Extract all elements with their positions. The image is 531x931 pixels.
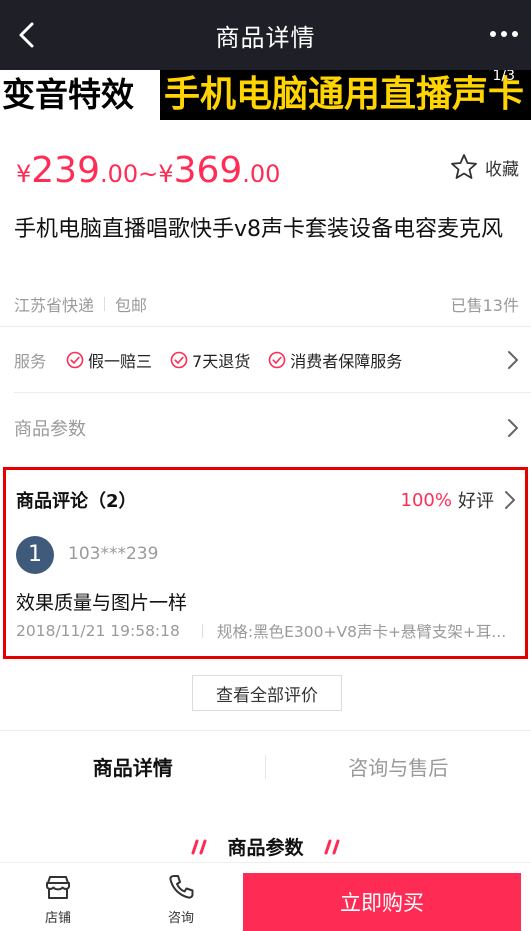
section-title: 商品参数 [227, 833, 303, 860]
price-range: ¥239.00~¥369.00 [16, 150, 280, 191]
slash-decoration-icon [185, 837, 211, 855]
banner-left-text: 变音特效 [0, 70, 160, 120]
shop-label: 店铺 [28, 907, 88, 926]
bottom-action-bar: 店铺 咨询 立即购买 [0, 862, 531, 930]
product-image-banner[interactable]: 变音特效 手机电脑通用直播声卡 1/3 [0, 70, 531, 120]
price-tilde: ~ [138, 160, 158, 188]
section-title-label: 商品参数 [227, 837, 303, 859]
price-low-symbol: ¥ [16, 160, 31, 188]
top-nav-bar: 商品详情 [0, 0, 531, 70]
price-high-symbol: ¥ [158, 160, 173, 188]
shop-button[interactable]: 店铺 [28, 873, 88, 929]
phone-icon [166, 873, 196, 901]
price-low-decimal: .00 [100, 160, 138, 188]
divider [0, 326, 531, 327]
reviews-header[interactable]: 商品评论（2） 100% 好评 [16, 486, 516, 514]
shipping-origin: 江苏省快递 [14, 292, 94, 316]
favorite-button[interactable]: 收藏 [449, 152, 519, 182]
divider [265, 755, 266, 779]
section-header: 商品参数 [0, 830, 531, 862]
review-spec: 规格:黑色E300+V8声卡+悬臂支架+耳... [217, 620, 506, 642]
positive-rate: 100% [401, 490, 452, 511]
price-low-integer: 239 [31, 150, 100, 191]
buy-now-button[interactable]: 立即购买 [243, 873, 521, 931]
reviews-section: 商品评论（2） 100% 好评 1 103***239 效果质量与图片一样 20… [3, 467, 528, 659]
favorite-label: 收藏 [485, 155, 519, 180]
more-options-icon[interactable] [487, 24, 521, 44]
star-icon [449, 152, 479, 182]
tab-product-details[interactable]: 商品详情 [0, 740, 266, 792]
divider [104, 297, 105, 311]
divider [0, 730, 531, 731]
service-tag-label: 7天退货 [192, 348, 250, 372]
reviews-title: 商品评论（2） [16, 487, 137, 513]
shop-icon [43, 873, 73, 901]
shipping-info: 江苏省快递 包邮 已售13件 [14, 292, 519, 316]
service-tag: 7天退货 [170, 348, 250, 372]
consult-label: 咨询 [151, 907, 211, 926]
service-tag: 消费者保障服务 [268, 348, 402, 372]
review-username: 103***239 [68, 544, 158, 564]
review-comment: 效果质量与图片一样 [16, 588, 187, 615]
divider [202, 624, 203, 638]
product-title: 手机电脑直播唱歌快手v8声卡套装设备电容麦克风 [14, 214, 519, 245]
slash-decoration-icon [320, 837, 346, 855]
banner-page-counter: 1/3 [492, 70, 515, 84]
params-label: 商品参数 [14, 415, 86, 441]
service-tag-label: 消费者保障服务 [290, 348, 402, 372]
positive-rate-label: 好评 [458, 487, 494, 513]
avatar: 1 [16, 536, 54, 574]
consult-button[interactable]: 咨询 [151, 873, 211, 929]
service-row[interactable]: 服务 假一赔三 7天退货 消费者保障服务 [14, 340, 519, 380]
chevron-right-icon [507, 418, 519, 438]
page-title: 商品详情 [216, 18, 316, 53]
service-label: 服务 [14, 348, 46, 372]
shipping-fee: 包邮 [115, 292, 147, 316]
banner-right-text: 手机电脑通用直播声卡 [164, 70, 524, 120]
check-circle-icon [268, 351, 286, 369]
chevron-right-icon [504, 490, 516, 510]
back-arrow-icon[interactable] [12, 18, 42, 52]
chevron-right-icon [507, 350, 519, 370]
view-all-reviews-button[interactable]: 查看全部评价 [192, 675, 342, 711]
service-tag-label: 假一赔三 [88, 348, 152, 372]
review-time: 2018/11/21 19:58:18 [16, 622, 180, 640]
tab-consult-after-sales[interactable]: 咨询与售后 [266, 740, 531, 792]
check-circle-icon [66, 351, 84, 369]
product-params-row[interactable]: 商品参数 [14, 410, 519, 446]
review-meta: 2018/11/21 19:58:18 规格:黑色E300+V8声卡+悬臂支架+… [16, 620, 521, 642]
price-high-integer: 369 [174, 150, 243, 191]
detail-tabs: 商品详情 咨询与售后 [0, 740, 531, 792]
service-tag: 假一赔三 [66, 348, 152, 372]
sold-count: 已售13件 [451, 292, 519, 316]
check-circle-icon [170, 351, 188, 369]
price-high-decimal: .00 [242, 160, 280, 188]
divider [14, 392, 531, 393]
